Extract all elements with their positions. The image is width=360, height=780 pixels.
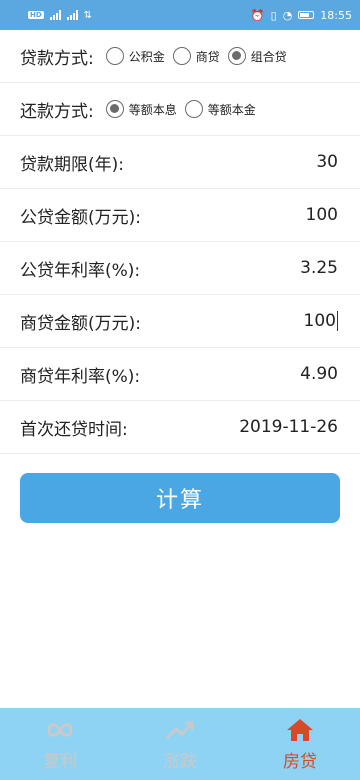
radio-checked-icon[interactable] <box>227 47 246 65</box>
commercial-amount-row: 商贷金额(万元): 100 <box>0 295 360 348</box>
commercial-rate-row: 商贷年利率(%): 4.90 <box>0 348 360 401</box>
status-bar: HD ⇅ ⏰ ▯ ◔ 18:55 <box>0 0 360 30</box>
bottom-nav: 复利 涨跌 房贷 <box>0 708 360 780</box>
first-payment-date[interactable]: 2019-11-26 <box>239 417 338 437</box>
first-payment-row: 首次还贷时间: 2019-11-26 <box>0 401 360 454</box>
repay-method-label: 还款方式: <box>20 101 94 122</box>
commercial-rate-label: 商贷年利率(%): <box>20 366 141 387</box>
provident-amount-label: 公贷金额(万元): <box>20 207 141 228</box>
hd-badge: HD <box>28 11 44 19</box>
provident-rate-row: 公贷年利率(%): 3.25 <box>0 242 360 295</box>
term-input[interactable]: 30 <box>316 152 338 172</box>
trend-up-icon <box>165 717 195 743</box>
radio-label: 商贷 <box>195 49 220 64</box>
status-bar-left: HD ⇅ <box>28 10 92 21</box>
loan-type-row: 贷款方式: 公积金 商贷 组合贷 <box>0 30 360 83</box>
first-payment-label: 首次还贷时间: <box>20 419 128 440</box>
signal-2-icon <box>66 10 78 20</box>
home-icon <box>285 717 315 743</box>
provident-amount-input[interactable]: 100 <box>306 205 338 225</box>
provident-amount-row: 公贷金额(万元): 100 <box>0 189 360 242</box>
tab-price-change[interactable]: 涨跌 <box>120 708 240 780</box>
radio-circle-icon[interactable] <box>105 47 124 65</box>
status-time: 18:55 <box>320 8 352 22</box>
commercial-rate-input[interactable]: 4.90 <box>300 364 338 384</box>
alarm-icon: ⏰ <box>250 8 265 22</box>
radio-circle-icon[interactable] <box>172 47 191 65</box>
radio-equal-installment[interactable]: 等额本息 <box>105 100 177 118</box>
radio-label: 等额本息 <box>128 102 177 117</box>
provident-rate-label: 公贷年利率(%): <box>20 260 141 281</box>
tab-label: 房贷 <box>283 751 317 772</box>
repay-method-row: 还款方式: 等额本息 等额本金 <box>0 83 360 136</box>
data-speed-icon: ⇅ <box>83 9 93 21</box>
radio-label: 公积金 <box>128 49 165 64</box>
provident-rate-input[interactable]: 3.25 <box>300 258 338 278</box>
radio-circle-icon[interactable] <box>184 100 203 118</box>
commercial-amount-label: 商贷金额(万元): <box>20 313 141 334</box>
signal-icon <box>49 10 61 20</box>
status-bar-right: ⏰ ▯ ◔ 18:55 <box>251 9 352 22</box>
radio-provident[interactable]: 公积金 <box>105 47 165 65</box>
radio-combined[interactable]: 组合贷 <box>227 47 287 65</box>
loan-type-radio-group: 公积金 商贷 组合贷 <box>105 47 287 65</box>
tab-label: 涨跌 <box>163 751 197 772</box>
radio-commercial[interactable]: 商贷 <box>172 47 220 65</box>
infinity-icon <box>45 717 75 743</box>
commercial-amount-field[interactable]: 100 <box>304 311 338 331</box>
radio-checked-icon[interactable] <box>105 100 124 118</box>
vibrate-icon: ▯ <box>270 8 277 22</box>
commercial-amount-input[interactable]: 100 <box>304 311 336 331</box>
wifi-icon: ◔ <box>282 8 293 22</box>
tab-label: 复利 <box>43 751 77 772</box>
loan-type-label: 贷款方式: <box>20 48 94 69</box>
text-cursor <box>337 311 338 331</box>
repay-method-radio-group: 等额本息 等额本金 <box>105 100 256 118</box>
radio-label: 组合贷 <box>250 49 287 64</box>
term-row: 贷款期限(年): 30 <box>0 136 360 189</box>
mortgage-form: 贷款方式: 公积金 商贷 组合贷 还款方式: 等额本息 等额本金 贷款期限(年)… <box>0 30 360 454</box>
radio-equal-principal[interactable]: 等额本金 <box>184 100 256 118</box>
calculate-button[interactable]: 计算 <box>20 473 340 523</box>
tab-compound-interest[interactable]: 复利 <box>0 708 120 780</box>
tab-mortgage[interactable]: 房贷 <box>240 708 360 780</box>
radio-label: 等额本金 <box>207 102 256 117</box>
term-label: 贷款期限(年): <box>20 154 124 175</box>
battery-icon <box>298 11 315 19</box>
